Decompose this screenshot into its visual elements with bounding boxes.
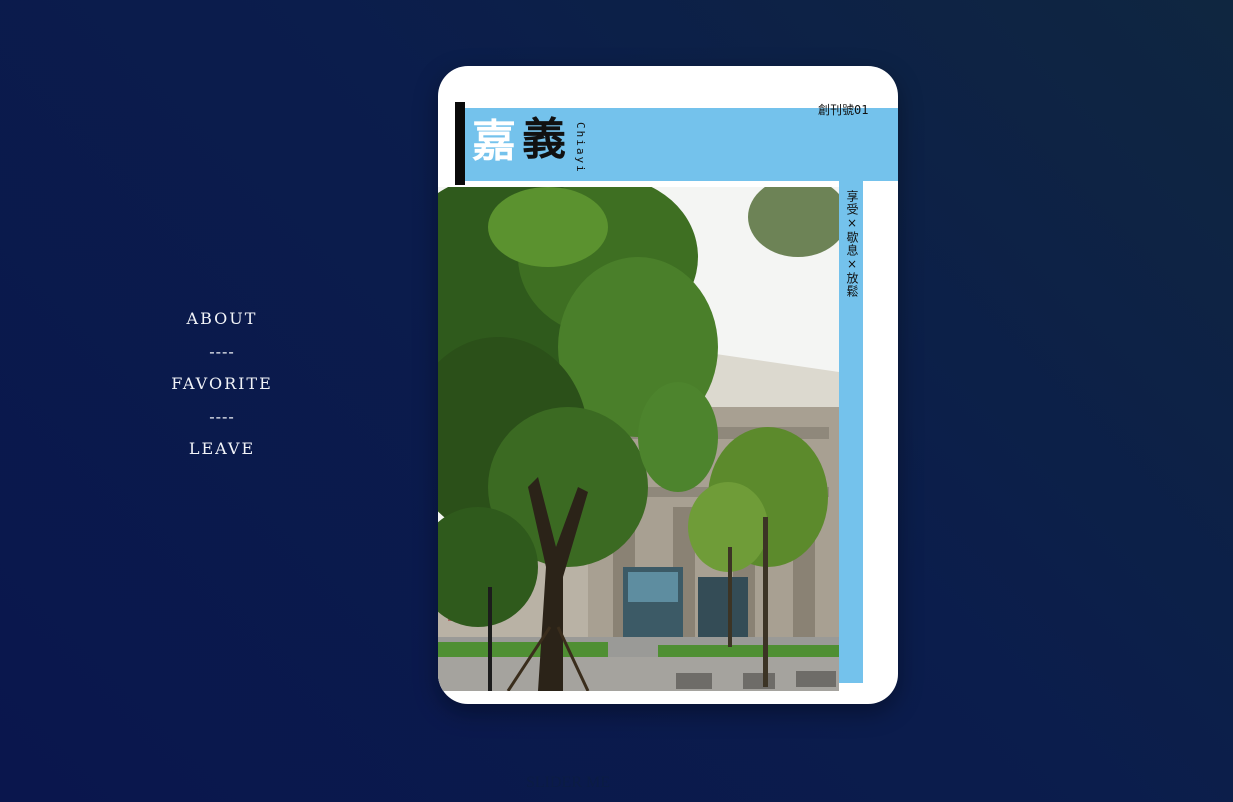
nav-separator: ----	[209, 341, 235, 361]
tree-building-photo	[438, 187, 839, 691]
cover-title-english: Chiayi	[574, 122, 587, 174]
slider-hint[interactable]: SLIDER ME	[526, 774, 610, 792]
cover-photo	[438, 187, 839, 691]
cover-accent-bar	[455, 102, 465, 185]
cover-title-black: 義	[522, 114, 566, 165]
nav-about-link[interactable]: ABOUT	[142, 305, 302, 338]
cover-title-white: 嘉	[472, 116, 516, 167]
nav-separator: ----	[209, 406, 235, 426]
nav-leave-link[interactable]: LEAVE	[142, 435, 302, 468]
magazine-cover-card[interactable]: 嘉 義 Chiayi 創刊號01 享受×歇息×放鬆	[438, 66, 898, 704]
side-nav: ABOUT ---- FAVORITE ---- LEAVE	[142, 305, 302, 468]
cover-issue-label: 創刊號01	[818, 103, 869, 117]
nav-favorite-link[interactable]: FAVORITE	[142, 370, 302, 403]
cover-side-text: 享受×歇息×放鬆	[845, 190, 859, 298]
